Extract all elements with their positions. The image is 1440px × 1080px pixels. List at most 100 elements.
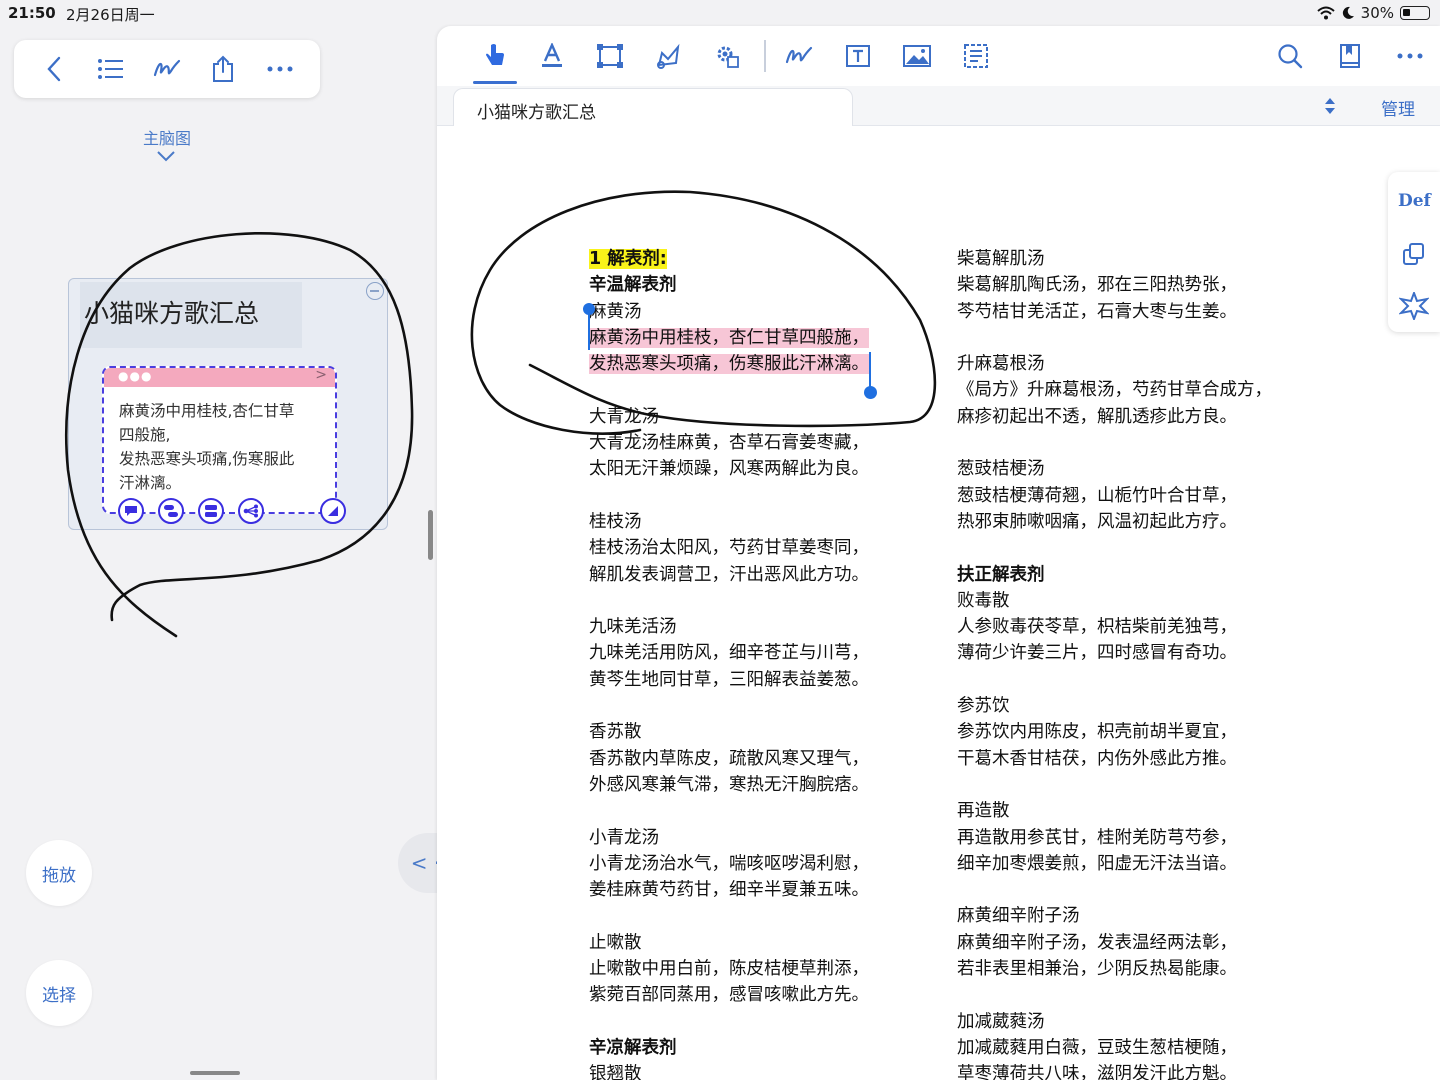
select-button[interactable]: 选择	[26, 960, 92, 1026]
image-icon	[903, 45, 931, 67]
document-column-right: 柴葛解肌汤 柴葛解肌陶氏汤，邪在三阳热势张， 芩芍桔甘羌活芷，石膏大枣与生姜。 升麻葛…	[957, 246, 1287, 1080]
doc-more-button[interactable]	[1394, 40, 1426, 72]
mindmap-switcher[interactable]: 主脑图	[140, 125, 194, 149]
collapse-node-icon[interactable]	[366, 282, 384, 300]
card-header[interactable]: ●●● >	[104, 367, 335, 387]
more-button[interactable]	[262, 51, 298, 87]
text-line: 麻黄细辛附子汤	[957, 903, 1287, 929]
status-time: 21:50	[8, 4, 56, 22]
tab-document-title[interactable]: 小猫咪方歌汇总	[477, 98, 596, 123]
auto-excerpt-tool-button[interactable]	[711, 40, 743, 72]
search-icon	[1278, 44, 1303, 69]
branch-button[interactable]	[238, 498, 264, 524]
manage-button[interactable]: 管理	[1381, 95, 1415, 120]
text-span: 扶正解表剂	[957, 564, 1045, 585]
text-line: 大青龙汤桂麻黄，杏草石膏姜枣藏，	[589, 430, 909, 456]
text-span: 紫菀百部同蒸用，感冒咳嗽此方先。	[589, 985, 869, 1006]
drag-button[interactable]: 拖放	[26, 840, 92, 906]
text-span: 柴葛解肌汤	[957, 249, 1045, 269]
selection-handle-start[interactable]	[583, 303, 595, 315]
branch-icon	[243, 504, 258, 518]
merge-button[interactable]	[198, 498, 224, 524]
text-span: 黄芩生地同甘草，三阳解表益姜葱。	[589, 669, 869, 690]
text-line: 太阳无汗兼烦躁，风寒两解此为良。	[589, 456, 909, 482]
rect-select-tool-button[interactable]	[594, 40, 626, 72]
lasso-tool-button[interactable]	[653, 40, 685, 72]
moon-icon	[1342, 6, 1354, 19]
text-span: 桂枝汤	[589, 511, 642, 532]
sort-updown-icon[interactable]	[1323, 96, 1337, 116]
pen-button[interactable]	[149, 51, 185, 87]
search-button[interactable]	[1274, 40, 1306, 72]
copy-icon[interactable]	[1402, 242, 1426, 266]
text-span: 升麻葛根汤	[957, 354, 1045, 375]
text-line: 热邪束肺嗽咽痛，风温初起此方疗。	[957, 509, 1287, 535]
card-expand-icon[interactable]: >	[315, 367, 327, 383]
text-line: 小青龙汤	[589, 825, 909, 851]
text-line: 姜桂麻黄芍药甘，细辛半夏兼五味。	[589, 877, 909, 903]
textbox-tool-button[interactable]	[842, 40, 874, 72]
sparkle-star-icon[interactable]	[1399, 292, 1429, 320]
text-span: 芩芍桔甘羌活芷，石膏大枣与生姜。	[957, 301, 1237, 322]
status-date: 2月26日周一	[66, 6, 155, 24]
hand-pointer-icon	[486, 44, 504, 65]
split-view-handle[interactable]	[428, 510, 433, 560]
share-button[interactable]	[205, 51, 241, 87]
text-line: 再造散	[957, 798, 1287, 824]
side-tools-panel: Def	[1388, 172, 1440, 332]
excerpt-card[interactable]: ●●● > 麻黄汤中用桂枝,杏仁甘草 四般施, 发热恶寒头项痛,伤寒服此 汗淋漓…	[102, 366, 337, 514]
resize-button[interactable]	[320, 498, 346, 524]
toolbar-divider	[764, 40, 766, 72]
handwriting-icon	[785, 46, 813, 64]
dictionary-button[interactable]: Def	[1398, 191, 1431, 211]
text-line: 参苏饮	[957, 693, 1287, 719]
text-span: 桂枝汤治太阳风，芍药甘草姜枣同，	[589, 538, 869, 559]
bookmark-button[interactable]	[1334, 40, 1366, 72]
text-span: 大青龙汤	[589, 406, 659, 427]
text-line: 参苏饮内用陈皮，枳壳前胡半夏宜，	[957, 719, 1287, 745]
text-span: 辛凉解表剂	[589, 1037, 677, 1058]
text-span: 葱豉桔梗汤	[957, 459, 1045, 480]
text-span: 九味羌活用防风，细辛苍芷与川芎，	[589, 643, 869, 664]
root-node-title[interactable]: 小猫咪方歌汇总	[84, 294, 259, 330]
text-span: 辛温解表剂	[589, 275, 677, 296]
handwriting-tool-button[interactable]	[783, 40, 815, 72]
highlighted-line: 麻黄汤中用桂枝，杏仁甘草四般施，	[589, 325, 909, 351]
lasso-icon	[657, 43, 680, 69]
outline-list-button[interactable]	[93, 51, 129, 87]
ocr-tool-button[interactable]	[960, 40, 992, 72]
wifi-icon	[1316, 6, 1335, 20]
link-button[interactable]	[158, 498, 184, 524]
section-heading: 辛温解表剂	[589, 272, 909, 298]
text-span: 再造散	[957, 801, 1010, 822]
text-span: 热邪束肺嗽咽痛，风温初起此方疗。	[957, 511, 1237, 532]
list-icon	[97, 59, 123, 79]
card-menu-icon[interactable]: ●●●	[118, 369, 152, 383]
chevron-left-icon	[47, 56, 61, 82]
pointer-tool-button[interactable]	[479, 40, 511, 72]
text-span: 麻疹初起出不透，解肌透疹此方良。	[957, 406, 1237, 427]
text-span: 麻黄细辛附子汤，发表温经两法彰，	[957, 932, 1237, 953]
selection-handle-end[interactable]	[864, 386, 877, 399]
crop-rect-icon	[597, 44, 623, 68]
text-line: 再造散用参芪甘，桂附羌防芎芍参，	[957, 825, 1287, 851]
text-line: 外感风寒兼气滞，寒热无汗胸脘痞。	[589, 772, 909, 798]
text-line: 麻黄汤	[589, 299, 909, 325]
text-highlight-tool-button[interactable]	[536, 40, 568, 72]
text-line: 葱豉桔梗汤	[957, 456, 1287, 482]
text-span: 细辛加枣煨姜煎，阳虚无汗法当谙。	[957, 853, 1237, 874]
card-action-bar	[118, 498, 348, 526]
chevron-down-icon[interactable]	[156, 150, 176, 162]
text-span: 参苏饮内用陈皮，枳壳前胡半夏宜，	[957, 722, 1237, 743]
comment-button[interactable]	[118, 498, 144, 524]
text-line: 九味羌活汤	[589, 614, 909, 640]
status-indicators: 30%	[1316, 4, 1430, 22]
back-button[interactable]	[36, 51, 72, 87]
image-tool-button[interactable]	[901, 40, 933, 72]
